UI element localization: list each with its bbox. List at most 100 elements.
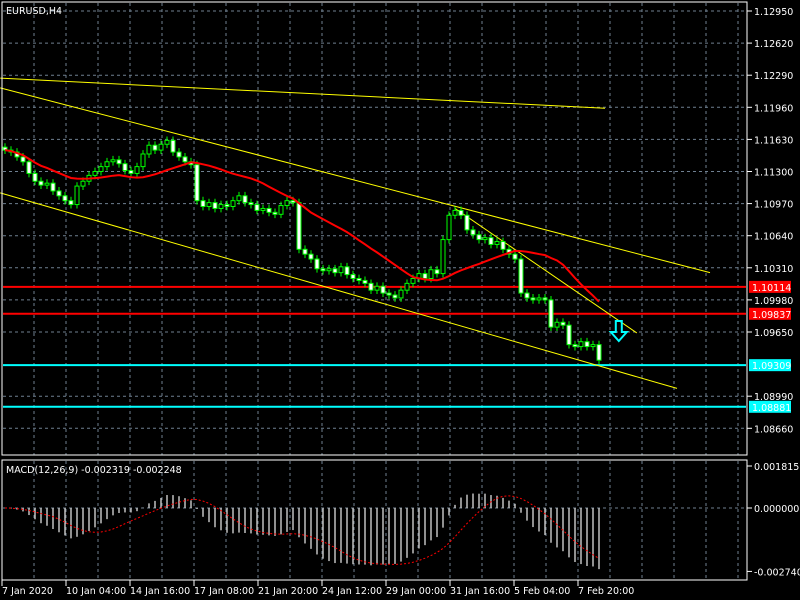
candle-bull	[494, 241, 500, 245]
candle-bull	[230, 200, 236, 208]
candle-bear	[458, 209, 464, 216]
candle-bull	[110, 159, 116, 163]
candle-bull	[428, 269, 434, 279]
price-tick-label: 1.11630	[754, 135, 793, 146]
candle-bear	[566, 324, 572, 346]
candle-bull	[404, 282, 410, 291]
candle-bull	[284, 200, 290, 207]
candle-bear	[32, 172, 38, 182]
candle-bear	[524, 292, 530, 299]
candle-bear	[548, 299, 554, 328]
candle-bear	[470, 229, 476, 236]
candle-bear	[116, 159, 122, 165]
candle-bear	[224, 204, 230, 208]
candle-bear	[386, 292, 392, 296]
candle-bear	[584, 341, 590, 348]
candle-bear	[500, 241, 506, 250]
price-tick-label: 1.08990	[754, 392, 793, 403]
candle-bear	[488, 237, 494, 245]
candle-bull	[440, 239, 446, 275]
candle-bull	[44, 182, 50, 186]
price-tick-label: 1.12620	[754, 39, 793, 50]
candle-bull	[260, 207, 266, 211]
grid	[3, 3, 746, 580]
candle-bull	[164, 139, 170, 145]
candle-bear	[290, 200, 296, 204]
candle-bull	[536, 297, 542, 301]
candle-bull	[278, 205, 284, 215]
candle-bull	[578, 341, 584, 348]
chart-canvas[interactable]: 1.10114 1.09837 1.09309 1.08881 EURUSD,H4 M…	[0, 0, 800, 600]
time-tick-label: 31 Jan 16:00	[450, 586, 510, 597]
candle-bull	[80, 180, 86, 187]
macd-tick-label: -0.002740	[754, 567, 800, 578]
candle-bear	[392, 294, 398, 299]
candle-bear	[350, 274, 356, 279]
horizontal-levels[interactable]: 1.10114 1.09837 1.09309 1.08881	[3, 280, 791, 414]
candle-bear	[200, 200, 206, 208]
candle-bear	[512, 253, 518, 260]
candle-bear	[560, 321, 566, 326]
main-panel-frame	[1, 1, 748, 456]
candle-bull	[446, 214, 452, 241]
trendlines[interactable]	[0, 77, 711, 389]
price-tick-label: 1.12950	[754, 7, 793, 18]
candle-bull	[482, 237, 488, 241]
price-tick-label: 1.12290	[754, 71, 793, 82]
macd-signal-line	[4, 495, 600, 565]
price-tick-label: 1.11960	[754, 103, 793, 114]
time-tick-label: 29 Jan 00:00	[386, 586, 446, 597]
candle-bear	[242, 195, 248, 204]
price-tick-label: 1.08660	[754, 424, 793, 435]
candle-bear	[572, 344, 578, 348]
symbol-title: EURUSD,H4	[6, 6, 62, 17]
candle-bear	[320, 268, 326, 272]
macd-tick-label: 0.001815	[754, 462, 799, 473]
candle-bull	[236, 195, 242, 202]
candle-bull	[104, 161, 110, 168]
candle-bear	[476, 234, 482, 241]
candle-bear	[596, 344, 602, 361]
candle-bull	[452, 209, 458, 216]
candle-bull	[134, 166, 140, 174]
candle-bear	[314, 258, 320, 270]
candle-bear	[422, 273, 428, 279]
candle-bull	[374, 285, 380, 291]
macd-label: MACD(12,26,9) -0.002319 -0.002248	[6, 465, 182, 476]
candle-bull	[92, 170, 98, 176]
candle-bear	[518, 258, 524, 294]
candle-bear	[464, 214, 470, 231]
candle-bear	[380, 285, 386, 294]
macd-panel	[4, 493, 600, 570]
candle-bull	[590, 344, 596, 348]
candle-bear	[20, 156, 26, 163]
time-axis[interactable]: 7 Jan 2020 10 Jan 04:00 14 Jan 16:00 17 Jan…	[1, 579, 747, 597]
candle-bear	[368, 282, 374, 291]
candle-bull	[410, 277, 416, 284]
candle-bear	[56, 190, 62, 197]
candle-bear	[266, 207, 272, 213]
candle-bear	[152, 144, 158, 151]
candle-bull	[158, 143, 164, 151]
resistance-price-label: 1.09837	[752, 310, 791, 321]
candle-bull	[398, 289, 404, 299]
candle-bear	[434, 269, 440, 275]
candle-bear	[26, 161, 32, 174]
candle-bear	[176, 151, 182, 158]
candle-bear	[170, 139, 176, 153]
price-tick-label: 1.11300	[754, 167, 793, 178]
candle-bull	[74, 185, 80, 206]
candle-bear	[38, 180, 44, 186]
time-tick-label: 24 Jan 12:00	[322, 586, 382, 597]
candle-bear	[254, 204, 260, 211]
support-price-label: 1.08881	[752, 403, 791, 414]
time-tick-label: 14 Jan 16:00	[130, 586, 190, 597]
time-tick-label: 5 Feb 04:00	[514, 586, 570, 597]
candle-bear	[68, 200, 74, 206]
trendline	[0, 87, 711, 274]
price-tick-label: 1.09650	[754, 328, 793, 339]
resistance-price-label: 1.10114	[752, 283, 791, 294]
candle-bull	[338, 266, 344, 274]
price-tick-label: 1.10310	[754, 264, 793, 275]
candle-bear	[296, 202, 302, 250]
